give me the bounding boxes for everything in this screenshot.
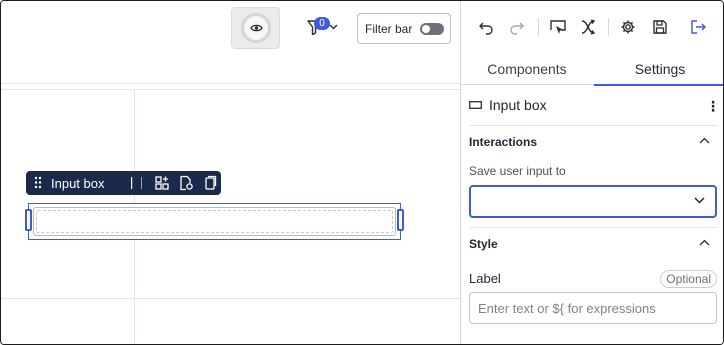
component-header: Input box ⋮ (469, 97, 720, 115)
preview-ring (241, 13, 271, 43)
component-name: Input box (51, 176, 105, 191)
chevron-up-icon[interactable] (699, 239, 710, 246)
component-toolbar: Input box (26, 171, 240, 195)
style-section-title[interactable]: Style (469, 237, 498, 251)
label-expression-input[interactable] (469, 292, 717, 324)
filter-count-badge: 0 (314, 17, 330, 30)
label-field-row: Label Optional (469, 270, 717, 289)
canvas: 0 Filter bar Input box (1, 1, 460, 344)
resize-handle-right[interactable] (397, 209, 404, 231)
more-options-icon[interactable]: ⋮ (706, 98, 720, 115)
save-icon[interactable] (652, 19, 668, 35)
gear-icon[interactable] (620, 19, 636, 35)
tab-settings[interactable]: Settings (594, 53, 723, 86)
app-frame: 0 Filter bar Input box Components Settin… (0, 0, 724, 345)
selected-input-box-component[interactable] (28, 203, 401, 240)
resize-handle-left[interactable] (25, 209, 32, 231)
chevron-up-icon[interactable] (699, 137, 710, 144)
add-widget-icon[interactable] (154, 175, 170, 191)
cast-icon[interactable] (549, 19, 567, 35)
properties-panel: Components Settings Input box ⋮ Interact… (460, 1, 723, 344)
input-box-icon (469, 101, 482, 109)
tab-components[interactable]: Components (461, 53, 593, 85)
toolbar-separator (538, 18, 539, 36)
redo-icon[interactable] (509, 19, 525, 35)
component-title: Input box (489, 97, 547, 113)
divider (469, 125, 718, 126)
interactions-section-title[interactable]: Interactions (469, 135, 537, 149)
duplicate-icon[interactable] (202, 175, 218, 191)
undo-icon[interactable] (478, 19, 494, 35)
shuffle-icon[interactable] (580, 19, 596, 35)
trash-icon[interactable] (226, 175, 242, 191)
panel-tabs: Components Settings (461, 53, 723, 86)
exit-icon[interactable] (690, 19, 707, 35)
filter-bar-toggle[interactable] (420, 23, 444, 35)
drag-handle-icon[interactable] (34, 176, 42, 189)
preview-button[interactable] (231, 7, 280, 49)
save-input-label: Save user input to (469, 164, 566, 178)
tab-settings-label: Settings (634, 61, 686, 77)
filter-bar-button[interactable]: Filter bar (357, 13, 451, 44)
toolbar-separator (608, 18, 609, 36)
chevron-down-icon (694, 197, 705, 204)
settings-widget-icon[interactable] (178, 175, 194, 191)
save-input-select[interactable] (469, 185, 717, 218)
grid-guide-horizontal (1, 298, 460, 299)
tab-components-label: Components (487, 61, 567, 77)
text-cursor-icon (131, 177, 133, 189)
filter-bar-label: Filter bar (365, 22, 413, 36)
panel-toolbar (461, 1, 723, 53)
input-box-preview[interactable] (33, 207, 396, 236)
canvas-header: 0 Filter bar (1, 1, 460, 84)
eye-icon (250, 24, 263, 32)
divider (469, 227, 718, 228)
toolbar-divider (141, 177, 142, 189)
optional-badge: Optional (660, 270, 717, 288)
label-field-label: Label (469, 271, 501, 286)
